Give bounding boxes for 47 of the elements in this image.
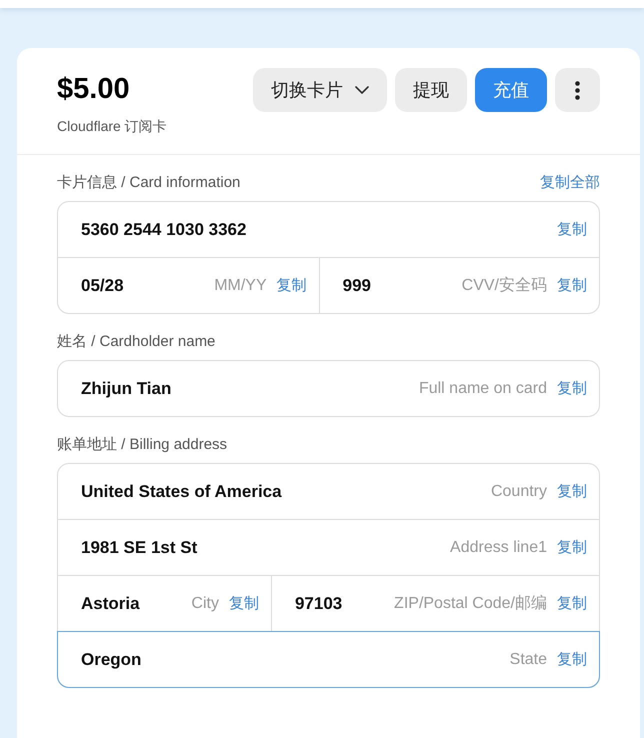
copy-link[interactable]: 复制	[276, 276, 307, 296]
copy-link[interactable]: 复制	[557, 538, 587, 558]
info-field[interactable]: Astoria City 复制	[58, 576, 271, 631]
info-field[interactable]: 97103 ZIP/Postal Code/邮编 复制	[270, 576, 599, 631]
info-field[interactable]: 1981 SE 1st St Address line1 复制	[58, 520, 599, 575]
field-value: 97103	[294, 592, 342, 615]
field-value: Zhijun Tian	[81, 378, 172, 400]
field-value: 5360 2544 1030 3362	[81, 218, 246, 241]
field-value: 999	[342, 274, 372, 297]
copy-link[interactable]: 复制	[557, 378, 587, 398]
top-up-button[interactable]: 充值	[475, 68, 547, 112]
switch-card-button[interactable]: 切换卡片	[253, 68, 387, 112]
copy-link[interactable]: 复制	[557, 276, 587, 296]
chevron-down-icon	[355, 86, 369, 94]
copy-link[interactable]: 复制	[557, 594, 587, 614]
field-value: Oregon	[81, 648, 142, 671]
copy-link[interactable]: 复制	[557, 650, 587, 670]
field-hint: Country	[490, 482, 547, 502]
info-field[interactable]: Oregon State 复制	[58, 632, 599, 687]
info-field[interactable]: 999 CVV/安全码 复制	[318, 258, 599, 313]
field-hint: Address line1	[450, 538, 547, 558]
field-hint: State	[510, 650, 547, 670]
more-button[interactable]	[555, 68, 600, 112]
field-value: United States of America	[81, 480, 282, 503]
copy-all-link[interactable]: 复制全部	[540, 173, 600, 193]
field-hint: MM/YY	[214, 276, 267, 296]
field-hint: CVV/安全码	[462, 276, 547, 296]
field-hint: Full name on card	[418, 378, 547, 398]
info-field[interactable]: Zhijun Tian Full name on card 复制	[58, 361, 599, 416]
field-value: 05/28	[81, 274, 124, 297]
field-hint: City	[191, 594, 219, 614]
section-label: 账单地址 / Billing address	[57, 435, 228, 455]
withdraw-button[interactable]: 提现	[395, 68, 467, 112]
card-subtitle: Cloudflare 订阅卡	[57, 117, 167, 135]
section-label: 卡片信息 / Card information	[57, 173, 240, 193]
field-value: Astoria	[81, 592, 140, 615]
more-icon	[575, 80, 580, 100]
info-field[interactable]: 05/28 MM/YY 复制	[58, 258, 319, 313]
info-field[interactable]: United States of America Country 复制	[58, 464, 599, 519]
copy-link[interactable]: 复制	[557, 220, 587, 240]
balance-amount: $5.00	[57, 72, 131, 106]
copy-link[interactable]: 复制	[228, 594, 259, 614]
field-hint: ZIP/Postal Code/邮编	[394, 594, 547, 614]
copy-link[interactable]: 复制	[557, 482, 587, 502]
field-value: 1981 SE 1st St	[81, 536, 198, 559]
section-label: 姓名 / Cardholder name	[57, 332, 216, 352]
info-field[interactable]: 5360 2544 1030 3362 复制	[58, 202, 599, 257]
